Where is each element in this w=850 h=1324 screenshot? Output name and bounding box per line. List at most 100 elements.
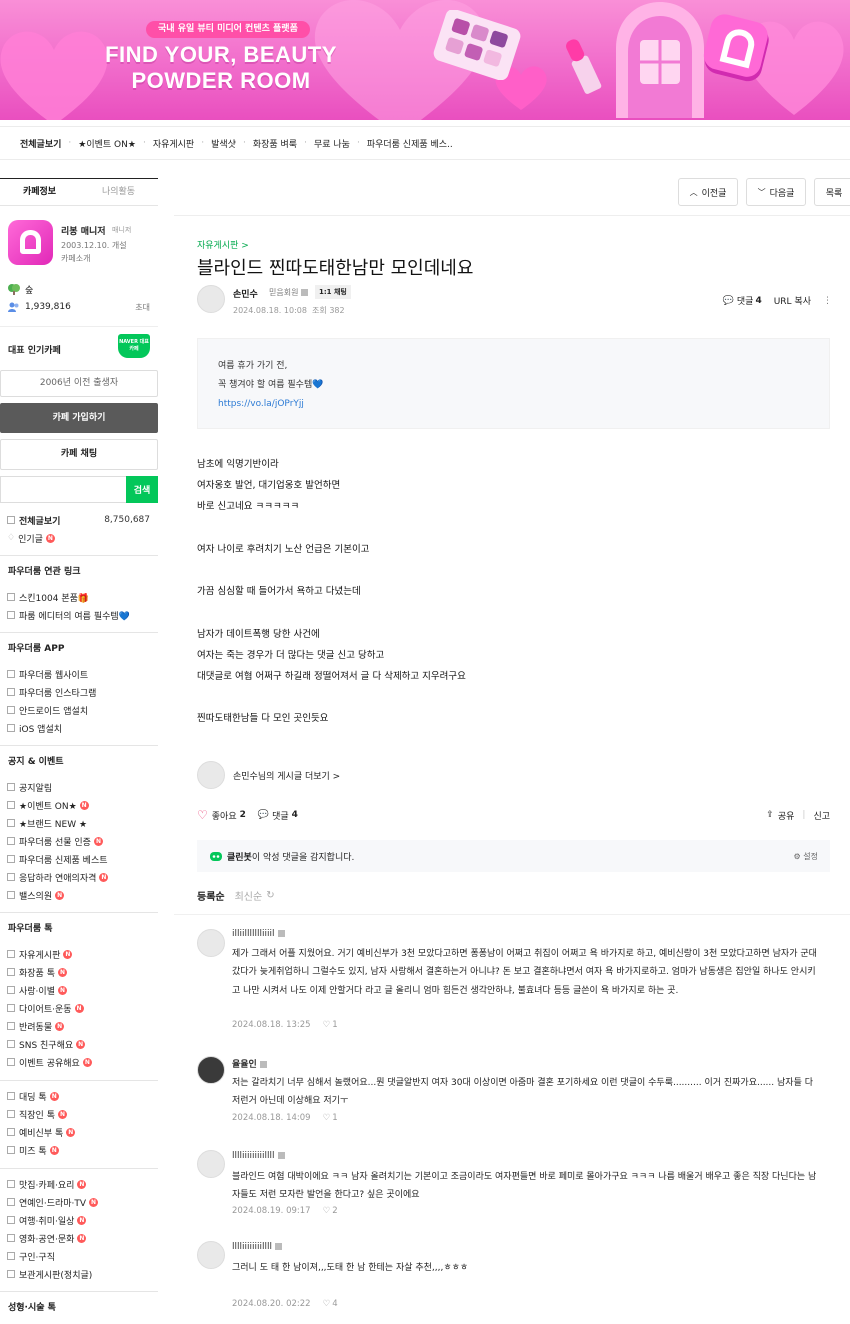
sidebar-menu-item[interactable]: 여행·취미·일상 N [0,1211,158,1229]
url-copy-button[interactable]: URL 복사 [774,294,811,307]
sidebar-menu-item[interactable]: 미즈 톡N [0,1141,158,1159]
comment-author[interactable]: lllliiiiiiiiillll [232,1151,285,1161]
sidebar-menu-item[interactable]: 스킨1004 본품🎁 [0,588,158,606]
nav-item-new-best[interactable]: 파우더룸 신제품 베스.. [367,137,453,150]
avatar[interactable] [197,1241,225,1269]
comment-author[interactable]: illiillllllliiiil [232,929,285,939]
sidebar-menu-item[interactable]: 파룸 에디터의 여름 필수템💙 [0,606,158,624]
tab-my-activity[interactable]: 나의활동 [79,179,158,205]
search-button[interactable]: 검색 [126,476,158,503]
sidebar-menu-item[interactable]: 이벤트 공유해요 N [0,1053,158,1071]
sort-newest[interactable]: 최신순 [235,888,263,903]
join-cafe-button[interactable]: 카페 가입하기 [0,403,158,433]
avatar[interactable] [197,761,225,789]
sidebar-menu-item[interactable]: 예비신부 톡N [0,1123,158,1141]
next-post-button[interactable]: ﹀ 다음글 [746,178,806,206]
board-icon [7,801,15,809]
nav-item-swatch[interactable]: 발색샷 [211,137,236,150]
comment-text: 그러니 도 태 한 남이져,,,도태 한 남 한테는 자살 추천,,,,ㅎㅎㅎ [232,1263,469,1273]
post-author[interactable]: 손민수 [233,287,258,300]
refresh-icon[interactable]: ↻ [266,890,274,901]
comment-author[interactable]: 율율인 [232,1057,267,1070]
one-on-one-chat-button[interactable]: 1:1 채팅 [315,285,351,299]
cafe-search-input[interactable] [0,476,126,503]
sidebar-menu-item[interactable]: 사랑·이별 N [0,981,158,999]
menu-section-title: 파우더룸 연관 링크 [0,555,158,588]
cleanbot-setting[interactable]: ⚙ 설정 [794,851,818,862]
sidebar-menu-item[interactable]: 구인·구직 [0,1247,158,1265]
more-options-icon[interactable]: ⋮ [823,296,832,306]
nav-separator: · [201,138,205,148]
sidebar-menu-item[interactable]: 다이어트·운동 N [0,999,158,1017]
sidebar-menu-item[interactable]: 밸스의원 N [0,886,158,904]
sidebar-menu-item[interactable]: 대딩 톡N [0,1087,158,1105]
sidebar-menu-item[interactable]: 안드로이드 앱설치 [0,701,158,719]
sidebar-menu-item[interactable]: iOS 앱설치 [0,719,158,737]
comment-meta: 2024.08.18. 14:09 ♡ 1 [232,1113,338,1123]
sidebar-menu-item[interactable]: 파우더룸 웹사이트 [0,665,158,683]
menu-section-title: 파우더룸 APP [0,632,158,665]
manager-name[interactable]: 리봉 매니저 [61,224,106,237]
prev-post-button[interactable]: ︿ 이전글 [678,178,738,206]
cafe-chat-button[interactable]: 카페 채팅 [0,439,158,470]
sidebar-menu-item[interactable]: 파우더룸 선물 인증 N [0,832,158,850]
menu-all-posts-label: 전체글보기 [19,516,61,527]
invite-link[interactable]: 초대 [135,302,150,313]
nav-item-all-posts[interactable]: 전체글보기 [20,137,61,150]
heart-icon[interactable]: ♡ [323,1113,331,1123]
like-label[interactable]: 좋아요 [212,809,237,822]
prev-post-label: 이전글 [701,188,727,199]
nav-separator: · [242,138,246,148]
top-banner[interactable]: 국내 유일 뷰티 미디어 컨텐츠 플랫폼 FIND YOUR, BEAUTY P… [0,0,850,120]
nav-item-cosmetic-market[interactable]: 화장품 벼룩 [253,137,297,150]
board-icon [7,986,15,994]
sidebar-menu-item[interactable]: 파우더룸 신제품 베스트 [0,850,158,868]
report-button[interactable]: 신고 [813,809,830,822]
cafe-intro-link[interactable]: 카페소개 [61,253,90,264]
sidebar-menu-item[interactable]: SNS 친구해요 N [0,1035,158,1053]
heart-icon[interactable]: ♡ [323,1299,331,1309]
comment-icon: 💬 [722,295,734,306]
share-button[interactable]: 공유 [778,809,795,822]
sidebar-menu-item[interactable]: 공지알림 [0,778,158,796]
nav-item-free-share[interactable]: 무료 나눔 [314,137,350,150]
heart-icon[interactable]: ♡ [323,1020,331,1030]
sort-registered[interactable]: 등록순 [197,888,225,903]
sidebar-menu-item[interactable]: 연예인·드라마·TV N [0,1193,158,1211]
sidebar-menu-label: 여행·취미·일상 [19,1216,75,1227]
avatar[interactable] [197,1056,225,1084]
list-button[interactable]: 목록 [814,178,850,206]
new-badge: N [45,533,55,543]
avatar[interactable] [197,1150,225,1178]
sidebar-menu-item[interactable]: ★이벤트 ON★ N [0,796,158,814]
nav-item-free-board[interactable]: 자유게시판 [153,137,194,150]
comment-author[interactable]: lllliiiiiiiillll [232,1242,283,1252]
sidebar-menu-item[interactable]: 자유게시판 N [0,945,158,963]
board-icon [7,1110,15,1118]
sidebar-menu-item[interactable]: 직장인 톡N [0,1105,158,1123]
tab-cafe-info[interactable]: 카페정보 [0,179,79,205]
sidebar-menu-item[interactable]: ★브랜드 NEW ★ [0,814,158,832]
avatar[interactable] [197,929,225,957]
sidebar-menu-item[interactable]: 영화·공연·문화 N [0,1229,158,1247]
comment-text: 저는 갈라치기 너무 심해서 놀랬어요...뭔 댓글알반지 여자 30대 이상이… [232,1078,813,1107]
board-link[interactable]: 자유게시판 > [197,238,249,251]
heart-icon[interactable]: ♡ [197,808,208,822]
menu-popular-posts[interactable]: ♢ 인기글 N [0,529,158,547]
menu-all-posts[interactable]: 전체글보기 8,750,687 [0,511,158,529]
notice-link[interactable]: https://vo.la/jOPrYjj [218,399,304,409]
sidebar-menu-item[interactable]: 맛집·카페·요리 N [0,1175,158,1193]
sidebar-tabs: 카페정보 나의활동 [0,178,158,206]
more-author-posts-link[interactable]: 손민수님의 게시글 더보기 > [233,769,340,782]
comment-label[interactable]: 댓글 [272,809,289,822]
sidebar-menu-item[interactable]: 화장품 톡N [0,963,158,981]
avatar[interactable] [197,285,225,313]
cleanbot-name: 클린봇 [227,852,252,863]
sidebar-menu-item[interactable]: 응답하라 연애의자격 N [0,868,158,886]
sidebar-menu-item[interactable]: 파우더룸 인스타그램 [0,683,158,701]
sidebar-menu-item[interactable]: 보관게시판(정치글) [0,1265,158,1283]
comment-label[interactable]: 댓글 [737,294,754,307]
sidebar-menu-item[interactable]: 반려동물 N [0,1017,158,1035]
nav-item-event[interactable]: ★이벤트 ON★ [78,137,136,150]
heart-icon[interactable]: ♡ [323,1206,331,1216]
